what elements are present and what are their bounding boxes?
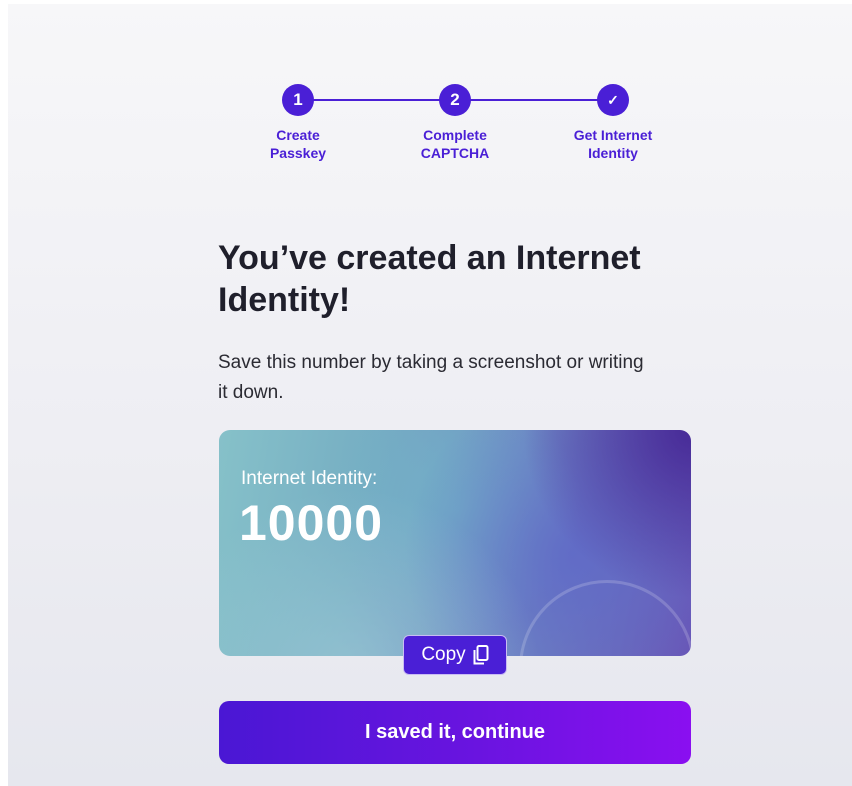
- step-3-checkmark-icon: ✓: [597, 84, 629, 116]
- copy-button[interactable]: Copy: [403, 635, 507, 675]
- identity-label: Internet Identity:: [241, 468, 378, 489]
- copy-button-label: Copy: [421, 644, 466, 665]
- card-decoration: [519, 580, 691, 656]
- page-title: You’ve created an Internet Identity!: [218, 239, 641, 319]
- step-1-marker: 1: [282, 84, 314, 116]
- identity-card: Internet Identity: 10000: [219, 430, 691, 656]
- progress-stepper: 1 2 ✓ Create Passkey Complete CAPTCHA Ge…: [8, 4, 852, 204]
- identity-number: 10000: [239, 495, 384, 551]
- page-background: 1 2 ✓ Create Passkey Complete CAPTCHA Ge…: [8, 4, 852, 786]
- step-2-label: Complete CAPTCHA: [420, 127, 490, 161]
- copy-icon: [473, 645, 489, 665]
- step-1-label: Create Passkey: [269, 127, 327, 161]
- step-2-marker: 2: [439, 84, 471, 116]
- continue-button[interactable]: I saved it, continue: [219, 701, 691, 764]
- step-3-label: Get Internet Identity: [573, 127, 653, 161]
- instruction-text: Save this number by taking a screenshot …: [218, 352, 644, 403]
